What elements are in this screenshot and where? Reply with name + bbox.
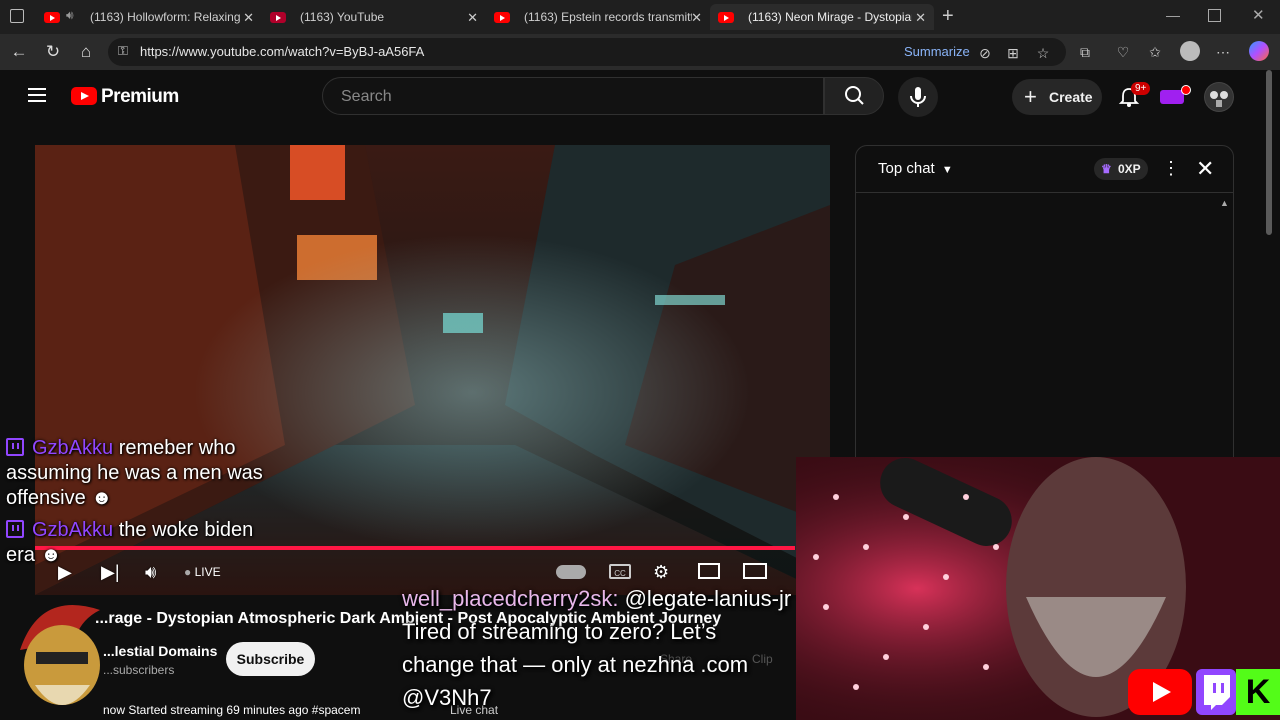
highlight-username: well_placedcherry2sk: [402, 586, 619, 611]
search-box [322, 77, 824, 115]
favorite-star-icon[interactable]: ☆ [1034, 44, 1052, 62]
youtube-favicon-icon [44, 11, 60, 23]
extensions-icon[interactable]: ⧉ [1076, 43, 1094, 61]
premium-wordmark: Premium [101, 86, 179, 107]
plus-icon: + [1024, 84, 1037, 109]
autoplay-toggle[interactable] [556, 565, 586, 579]
spartan-mascot-icon [20, 605, 100, 705]
profile-icon[interactable] [1180, 41, 1200, 61]
create-label: Create [1049, 89, 1093, 105]
miniplayer-icon[interactable] [698, 563, 720, 579]
browser-tab-bar: 🔊︎ (1163) Hollowform: Relaxing ✕ (1163) … [0, 0, 1280, 34]
chat-username: GzbAkku [32, 519, 114, 541]
kick-platform-icon: K [1236, 669, 1280, 715]
search-button[interactable] [824, 77, 884, 115]
tab-1[interactable]: 🔊︎ (1163) Hollowform: Relaxing ✕ [36, 4, 262, 30]
youtube-platform-icon [1128, 669, 1192, 715]
close-tab-icon[interactable]: ✕ [243, 10, 254, 26]
close-tab-icon[interactable]: ✕ [467, 10, 478, 26]
chat-text: remeber who [118, 437, 236, 459]
stream-status-line: now Started streaming 69 minutes ago #sp… [103, 703, 361, 717]
voice-search-button[interactable] [898, 77, 938, 117]
face-emoji-icon: ☻ [91, 487, 113, 509]
more-menu-icon[interactable]: ⋯ [1214, 43, 1232, 61]
youtube-header: Premium + Create 9+ [0, 70, 1280, 126]
overlay-chat-message: GzbAkku remeber who assuming he was a me… [6, 436, 306, 511]
close-tab-icon[interactable]: ✕ [915, 10, 926, 26]
close-tab-icon[interactable]: ✕ [691, 10, 702, 26]
subscribe-button[interactable]: Subscribe [226, 642, 315, 676]
account-avatar[interactable] [1204, 82, 1234, 112]
twitch-glyph-icon [1204, 675, 1230, 710]
tab-4-active[interactable]: (1163) Neon Mirage - Dystopian ✕ [710, 4, 934, 30]
membership-icon[interactable] [1160, 90, 1184, 104]
notifications-count-badge: 9+ [1131, 82, 1151, 95]
top-chat-dropdown[interactable]: Top chat ▼ [878, 160, 953, 177]
create-button[interactable]: + Create [1012, 79, 1102, 115]
microphone-icon [910, 87, 926, 107]
membership-dot-icon [1181, 85, 1191, 95]
scroll-up-arrow-icon[interactable]: ▲ [1220, 198, 1229, 208]
highlighted-chat-message: well_placedcherry2sk: @legate-lanius-jr … [402, 582, 794, 714]
tab-actions-icon[interactable] [10, 9, 24, 23]
favorites-icon[interactable]: ✩ [1146, 43, 1164, 61]
twitch-icon [6, 438, 24, 456]
tab-title: (1163) Hollowform: Relaxing [90, 10, 240, 24]
tab-2[interactable]: (1163) YouTube ✕ [262, 4, 486, 30]
search-icon [845, 86, 864, 105]
more-options-icon[interactable]: ⋮ [1162, 158, 1180, 179]
youtube-favicon-icon [494, 11, 510, 23]
xp-badge[interactable]: ♛ 0XP [1094, 158, 1148, 180]
chat-text: era [6, 544, 35, 566]
overlay-chat-message: GzbAkku the woke biden era ☻ [6, 518, 306, 568]
theater-mode-icon[interactable] [743, 563, 767, 579]
tab-title: (1163) Epstein records transmitte [524, 10, 692, 24]
back-icon[interactable]: ← [6, 39, 32, 65]
crown-icon: ♛ [1101, 162, 1112, 176]
face-emoji-icon: ☻ [40, 544, 62, 566]
url-text: https://www.youtube.com/watch?v=ByBJ-aA5… [140, 44, 425, 59]
tab-title: (1163) YouTube [300, 10, 385, 24]
live-chat-panel: Top chat ▼ ♛ 0XP ⋮ ✕ ▲ [855, 145, 1234, 467]
summarize-button[interactable]: Summarize [904, 44, 970, 59]
reader-icon[interactable]: ⊘ [976, 44, 994, 62]
restore-icon[interactable] [1208, 9, 1221, 22]
captions-icon[interactable]: CC [609, 564, 631, 579]
close-chat-icon[interactable]: ✕ [1196, 156, 1214, 182]
gasmask-avatar-icon [1205, 83, 1233, 111]
menu-icon[interactable] [28, 88, 46, 102]
tab-title: (1163) Neon Mirage - Dystopian [748, 10, 912, 24]
youtube-favicon-icon [718, 11, 734, 23]
twitch-icon [6, 520, 24, 538]
browser-address-bar: ← ↻ ⌂ ⚿ https://www.youtube.com/watch?v=… [0, 34, 1280, 70]
chat-username: GzbAkku [32, 437, 114, 459]
settings-gear-icon[interactable]: ⚙ [653, 562, 669, 583]
apps-icon[interactable]: ⊞ [1004, 44, 1022, 62]
page-scrollbar[interactable] [1266, 70, 1272, 235]
new-tab-icon[interactable]: + [942, 5, 954, 28]
browser-essentials-icon[interactable]: ♡ [1114, 43, 1132, 61]
youtube-favicon-icon [270, 11, 286, 23]
tab-3[interactable]: (1163) Epstein records transmitte ✕ [486, 4, 710, 30]
chevron-down-icon: ▼ [941, 164, 953, 176]
site-info-icon[interactable]: ⚿ [118, 43, 128, 59]
search-input[interactable] [339, 87, 823, 107]
chat-text: the woke biden [118, 519, 254, 541]
twitch-platform-icon [1196, 669, 1236, 715]
close-window-icon[interactable]: ✕ [1252, 6, 1265, 24]
refresh-icon[interactable]: ↻ [40, 39, 66, 65]
xp-value: 0XP [1118, 162, 1141, 176]
url-field[interactable]: ⚿ https://www.youtube.com/watch?v=ByBJ-a… [108, 38, 1066, 66]
youtube-logo-icon[interactable] [71, 87, 97, 105]
home-icon[interactable]: ⌂ [73, 39, 99, 65]
minimize-icon[interactable]: — [1166, 7, 1180, 23]
copilot-icon[interactable] [1249, 41, 1269, 61]
top-chat-label: Top chat [878, 160, 935, 177]
speaker-icon: 🔊︎ [66, 8, 74, 22]
divider [856, 192, 1233, 193]
chat-text: assuming he was a men was offensive [6, 462, 263, 509]
